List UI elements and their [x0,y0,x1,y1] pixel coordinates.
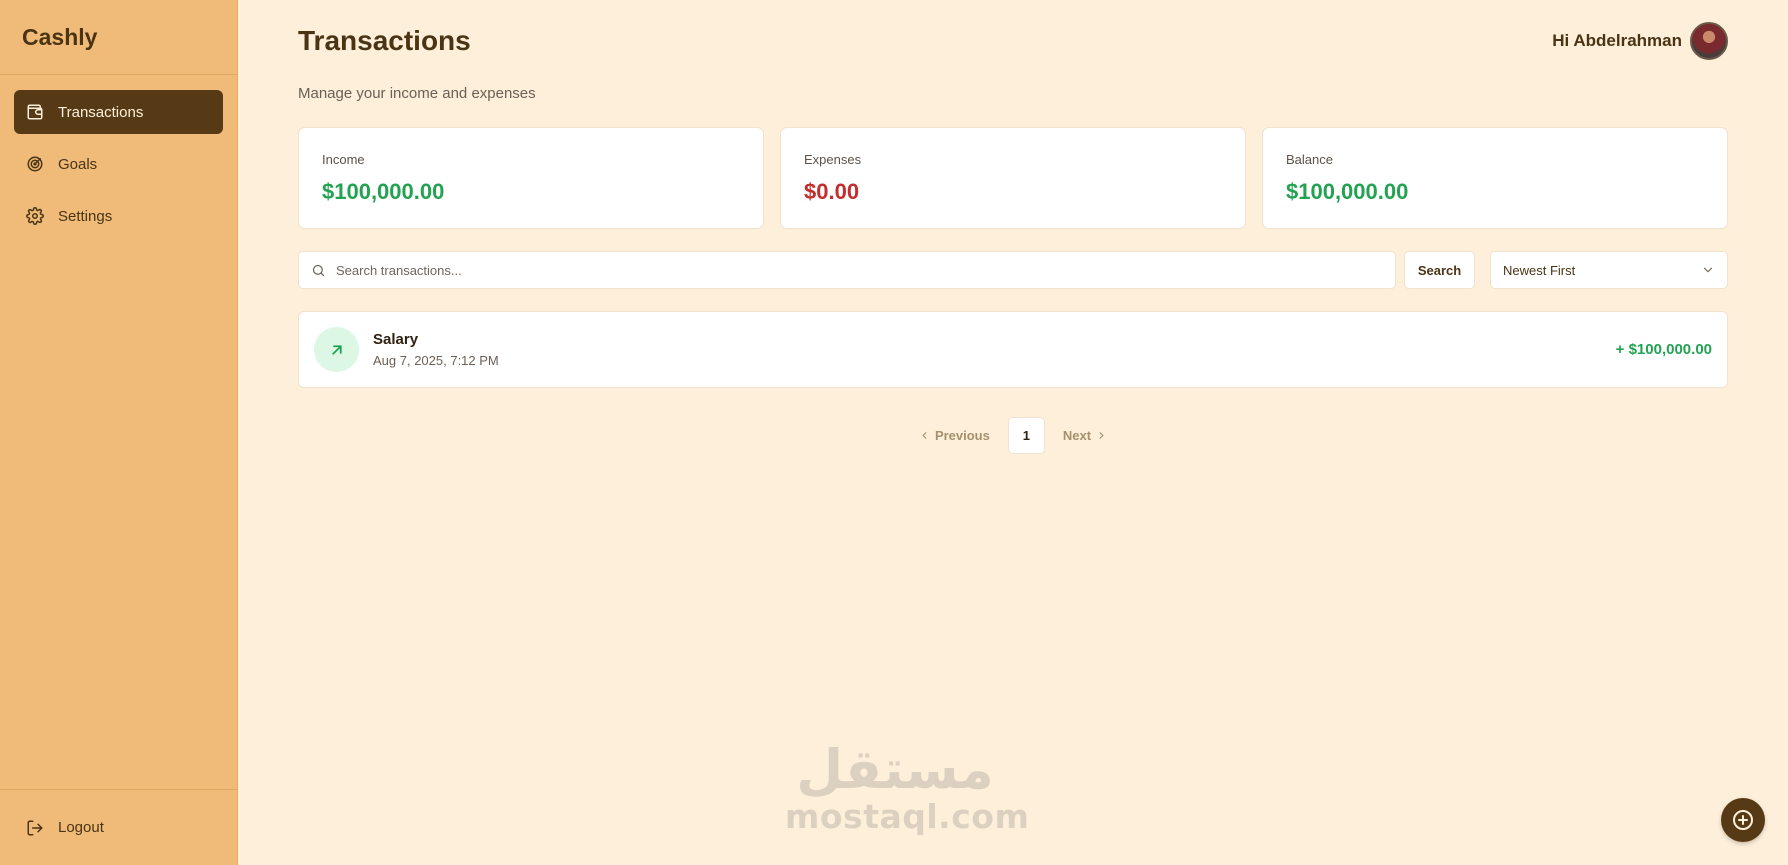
user-greeting: Hi Abdelrahman [1552,31,1682,50]
watermark-arabic: مستقل [796,738,994,801]
chevron-down-icon [1701,263,1715,277]
page-subtitle: Manage your income and expenses [298,85,536,102]
transaction-info: Salary Aug 7, 2025, 7:12 PM [373,331,1616,368]
wallet-icon [26,103,44,121]
pagination: Previous 1 Next [298,417,1728,454]
previous-label: Previous [934,428,990,443]
sidebar-item-label: Goals [58,155,98,173]
watermark-latin: mostaql.com [785,797,1030,836]
gear-icon [26,207,44,225]
page-title: Transactions [298,25,471,56]
summary-cards: Income $100,000.00 Expenses $0.00 Balanc… [298,127,1728,229]
logout-icon [26,819,44,837]
search-bar: Search Newest First [298,251,1728,289]
balance-label: Balance [1286,152,1333,167]
next-label: Next [1062,428,1092,443]
expenses-card: Expenses $0.00 [780,127,1246,229]
transaction-title: Salary [373,331,419,348]
arrow-up-right-icon [314,327,359,372]
plus-circle-icon [1731,808,1755,832]
search-icon [311,263,326,278]
sort-selected-value: Newest First [1503,262,1576,278]
balance-card: Balance $100,000.00 [1262,127,1728,229]
balance-value: $100,000.00 [1286,179,1409,204]
chevron-right-icon [1096,430,1107,441]
sidebar-item-label: Settings [58,207,113,225]
transaction-date: Aug 7, 2025, 7:12 PM [373,353,499,368]
avatar[interactable] [1690,22,1728,60]
table-row[interactable]: Salary Aug 7, 2025, 7:12 PM + $100,000.0… [298,311,1728,388]
watermark: مستقل mostaql.com [785,738,1030,836]
search-button[interactable]: Search [1404,251,1475,289]
sidebar: Cashly Transactions Goals Settings Logou… [0,0,238,865]
transactions-list: Salary Aug 7, 2025, 7:12 PM + $100,000.0… [298,311,1728,388]
chevron-left-icon [919,430,930,441]
expenses-value: $0.00 [804,179,860,204]
page-number-button[interactable]: 1 [1007,417,1045,454]
logout-label: Logout [58,819,104,836]
sort-select[interactable]: Newest First [1490,251,1728,289]
sidebar-item-goals[interactable]: Goals [14,142,223,186]
sidebar-item-transactions[interactable]: Transactions [14,90,223,134]
income-label: Income [322,152,365,167]
previous-page-button[interactable]: Previous [902,428,1002,443]
logout-button[interactable]: Logout [0,789,237,865]
income-value: $100,000.00 [322,179,445,204]
sidebar-item-label: Transactions [58,103,144,121]
expenses-label: Expenses [804,152,862,167]
add-transaction-button[interactable] [1721,798,1765,842]
sidebar-nav: Transactions Goals Settings [0,75,237,261]
target-icon [26,155,44,173]
search-box [298,251,1396,289]
transaction-amount: + $100,000.00 [1615,341,1712,358]
income-card: Income $100,000.00 [298,127,764,229]
user-menu[interactable]: Hi Abdelrahman [1552,22,1728,60]
app-logo[interactable]: Cashly [0,0,237,75]
next-page-button[interactable]: Next [1051,428,1124,443]
sidebar-item-settings[interactable]: Settings [14,194,223,238]
search-input[interactable] [336,262,1383,278]
